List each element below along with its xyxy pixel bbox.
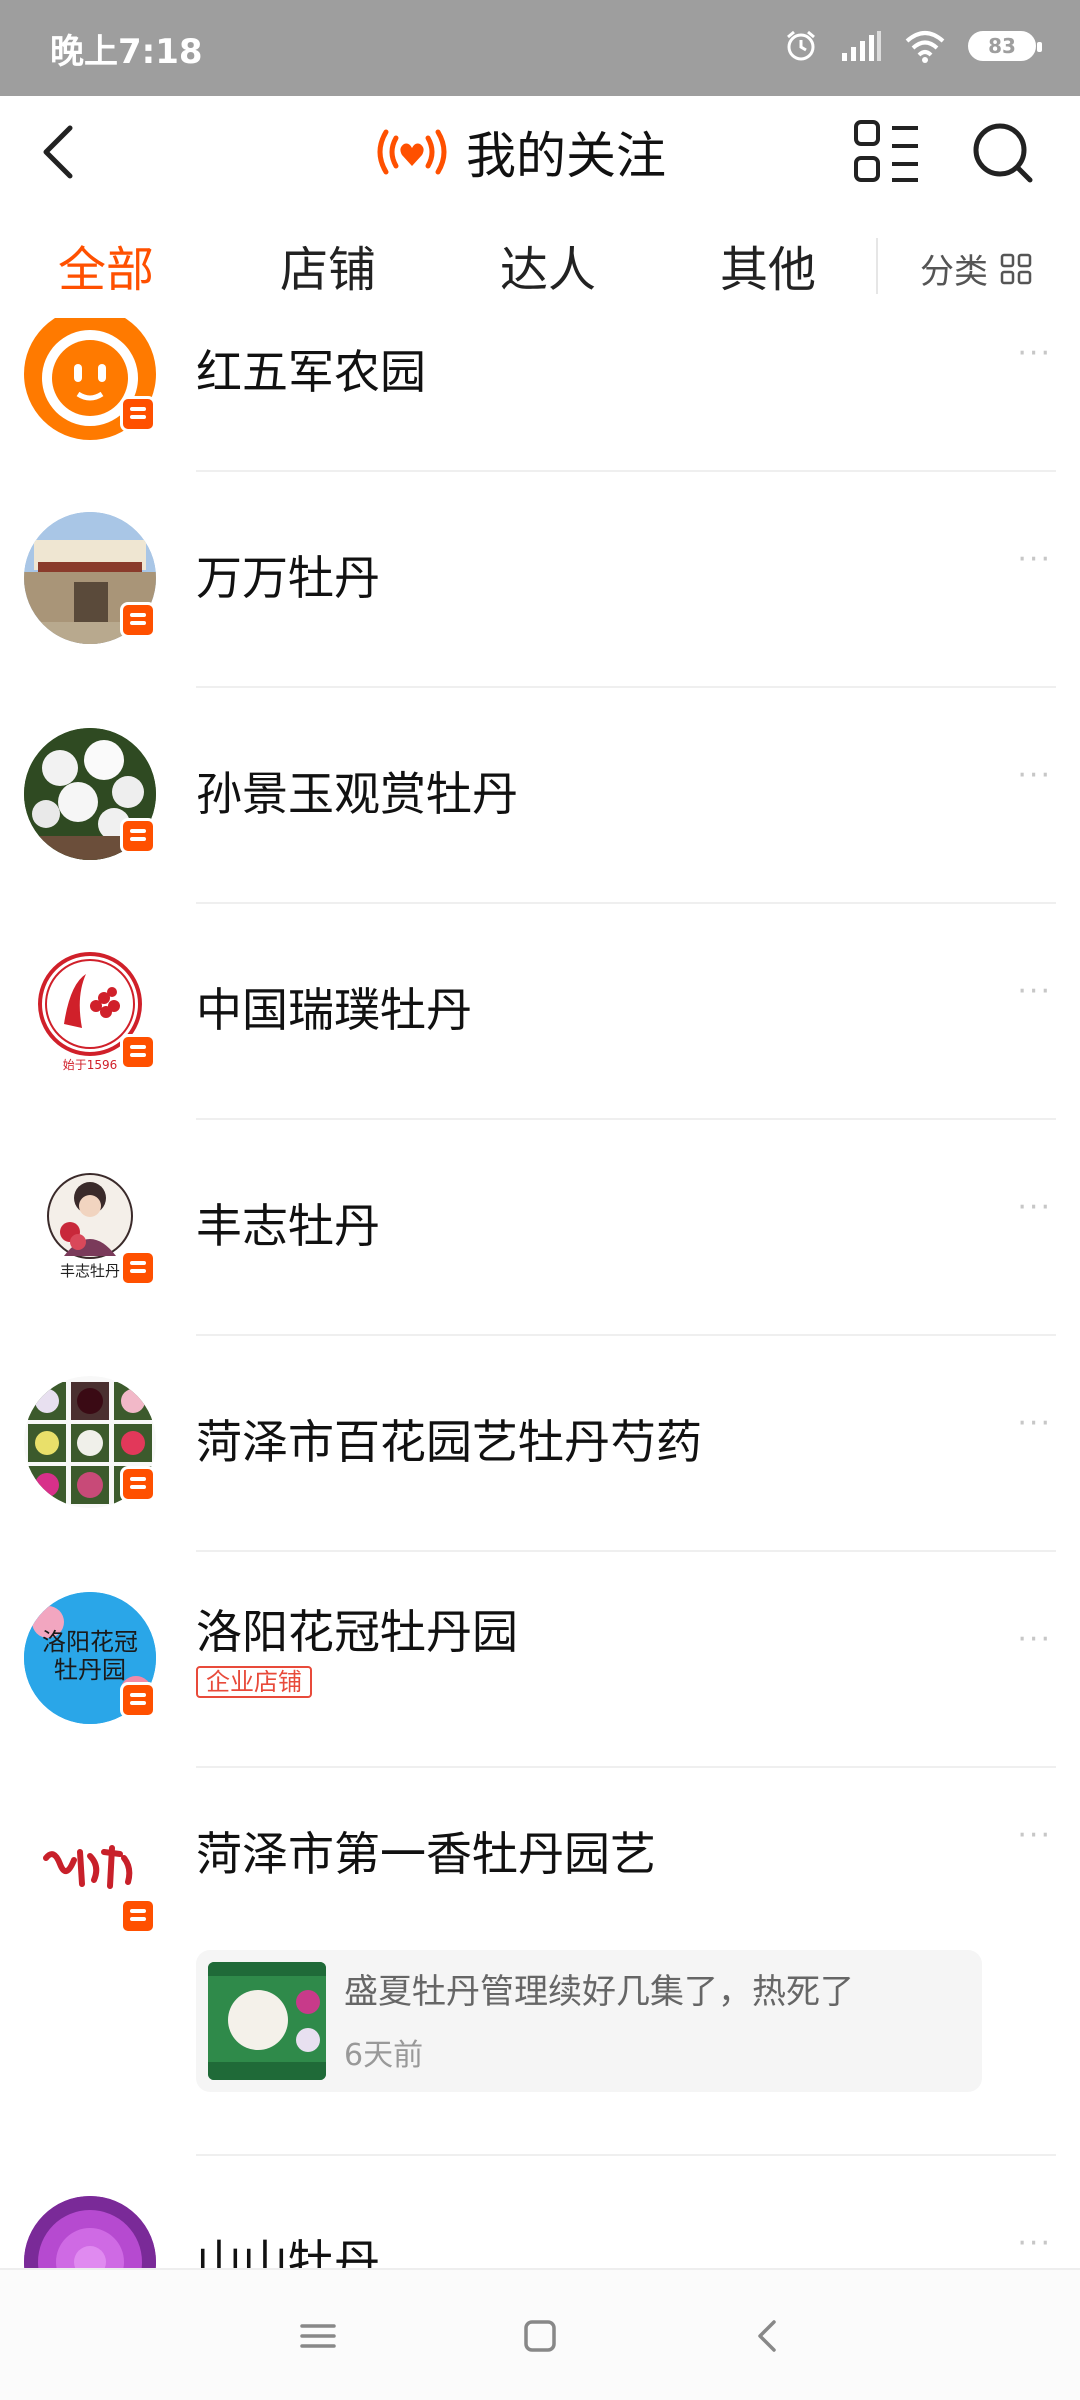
category-grid-icon — [1000, 253, 1032, 284]
more-options-icon[interactable]: ··· — [1017, 1622, 1052, 1657]
follow-name: 洛阳花冠牡丹园 — [196, 1605, 518, 1659]
list-item[interactable]: 菏泽市百花园艺牡丹芍药 ··· — [0, 1336, 1080, 1552]
post-text: 盛夏牡丹管理续好几集了，热死了 — [344, 1972, 854, 2012]
home-icon[interactable] — [514, 2310, 566, 2362]
store-badge-icon — [120, 1682, 156, 1718]
back-icon[interactable] — [742, 2310, 794, 2362]
store-badge-icon — [120, 818, 156, 854]
follow-name: 山山牡丹 — [196, 2235, 380, 2268]
more-options-icon[interactable]: ··· — [1017, 974, 1052, 1009]
avatar[interactable] — [24, 2196, 156, 2268]
store-badge-icon — [120, 1250, 156, 1286]
wifi-icon — [905, 31, 945, 63]
more-options-icon[interactable]: ··· — [1017, 2226, 1052, 2261]
store-badge-icon — [120, 1466, 156, 1502]
list-item[interactable]: 孙景玉观赏牡丹 ··· — [0, 688, 1080, 904]
more-options-icon[interactable]: ··· — [1017, 1406, 1052, 1441]
store-badge-icon — [120, 602, 156, 638]
title-group: 我的关注 — [372, 116, 666, 188]
store-badge-icon — [120, 1898, 156, 1934]
list-item[interactable]: 洛阳花冠牡丹园 洛阳花冠牡丹园 企业店铺 ··· — [0, 1552, 1080, 1768]
menu-icon[interactable] — [292, 2310, 344, 2362]
post-thumbnail — [208, 1962, 326, 2080]
purple-peony-photo-icon — [24, 2196, 156, 2268]
follow-name: 万万牡丹 — [196, 551, 380, 605]
more-options-icon[interactable]: ··· — [1017, 1818, 1052, 1853]
peony-thumbnail-image — [208, 1962, 326, 2080]
navigation-bar: 我的关注 — [0, 96, 1080, 208]
follow-list: 红五军农园 ··· 万万牡丹 ··· 孙景玉观赏牡丹 ··· 始于1596 中国… — [0, 318, 1080, 2268]
follow-name: 孙景玉观赏牡丹 — [196, 767, 518, 821]
tab-stores[interactable]: 店铺 — [280, 230, 376, 300]
live-heart-icon — [377, 129, 447, 175]
latest-post-card[interactable]: 盛夏牡丹管理续好几集了，热死了 6天前 — [196, 1950, 982, 2092]
search-icon[interactable] — [970, 118, 1036, 188]
signal-icon — [842, 31, 881, 61]
status-bar: 晚上7:18 83 — [0, 0, 1080, 96]
store-badge-icon — [120, 1034, 156, 1070]
status-time: 晚上7:18 — [50, 32, 203, 72]
follow-name: 菏泽市第一香牡丹园艺 — [196, 1827, 656, 1881]
store-badge-icon — [120, 396, 156, 432]
status-icons: 83 — [784, 26, 1042, 66]
tab-divider — [876, 238, 878, 294]
post-time: 6天前 — [344, 2038, 424, 2073]
more-options-icon[interactable]: ··· — [1017, 336, 1052, 371]
list-item[interactable]: 万万牡丹 ··· — [0, 472, 1080, 688]
enterprise-store-tag: 企业店铺 — [196, 1666, 312, 1698]
back-arrow-icon[interactable] — [30, 120, 94, 184]
more-options-icon[interactable]: ··· — [1017, 542, 1052, 577]
tab-influencers[interactable]: 达人 — [500, 230, 596, 300]
list-item[interactable]: 始于1596 中国瑞璞牡丹 ··· — [0, 904, 1080, 1120]
category-button[interactable]: 分类 — [920, 244, 1032, 293]
more-options-icon[interactable]: ··· — [1017, 758, 1052, 793]
list-item[interactable]: 丰志牡丹 丰志牡丹 ··· — [0, 1120, 1080, 1336]
list-grid-icon[interactable] — [852, 118, 922, 188]
tab-others[interactable]: 其他 — [720, 230, 816, 300]
avatar-text: 洛阳花冠牡丹园 — [42, 1628, 138, 1684]
list-item[interactable]: 红五军农园 ··· — [0, 318, 1080, 472]
filter-tabs: 全部 店铺 达人 其他 分类 — [0, 208, 1080, 318]
follow-name: 菏泽市百花园艺牡丹芍药 — [196, 1415, 702, 1469]
tab-all[interactable]: 全部 — [58, 230, 154, 300]
alarm-icon — [787, 30, 815, 61]
more-options-icon[interactable]: ··· — [1017, 1190, 1052, 1225]
page-title: 我的关注 — [466, 127, 666, 185]
list-item[interactable]: 山山牡丹 ··· — [0, 2156, 1080, 2268]
battery-indicator: 83 — [968, 31, 1042, 61]
follow-name: 红五军农园 — [196, 345, 426, 399]
list-item[interactable]: 菏泽市第一香牡丹园艺 ··· 盛夏牡丹管理续好几集了，热死了 6天前 — [0, 1768, 1080, 2156]
system-navigation-bar — [0, 2268, 1080, 2400]
follow-name: 中国瑞璞牡丹 — [196, 983, 472, 1037]
category-label: 分类 — [920, 252, 988, 292]
follow-name: 丰志牡丹 — [196, 1199, 380, 1253]
